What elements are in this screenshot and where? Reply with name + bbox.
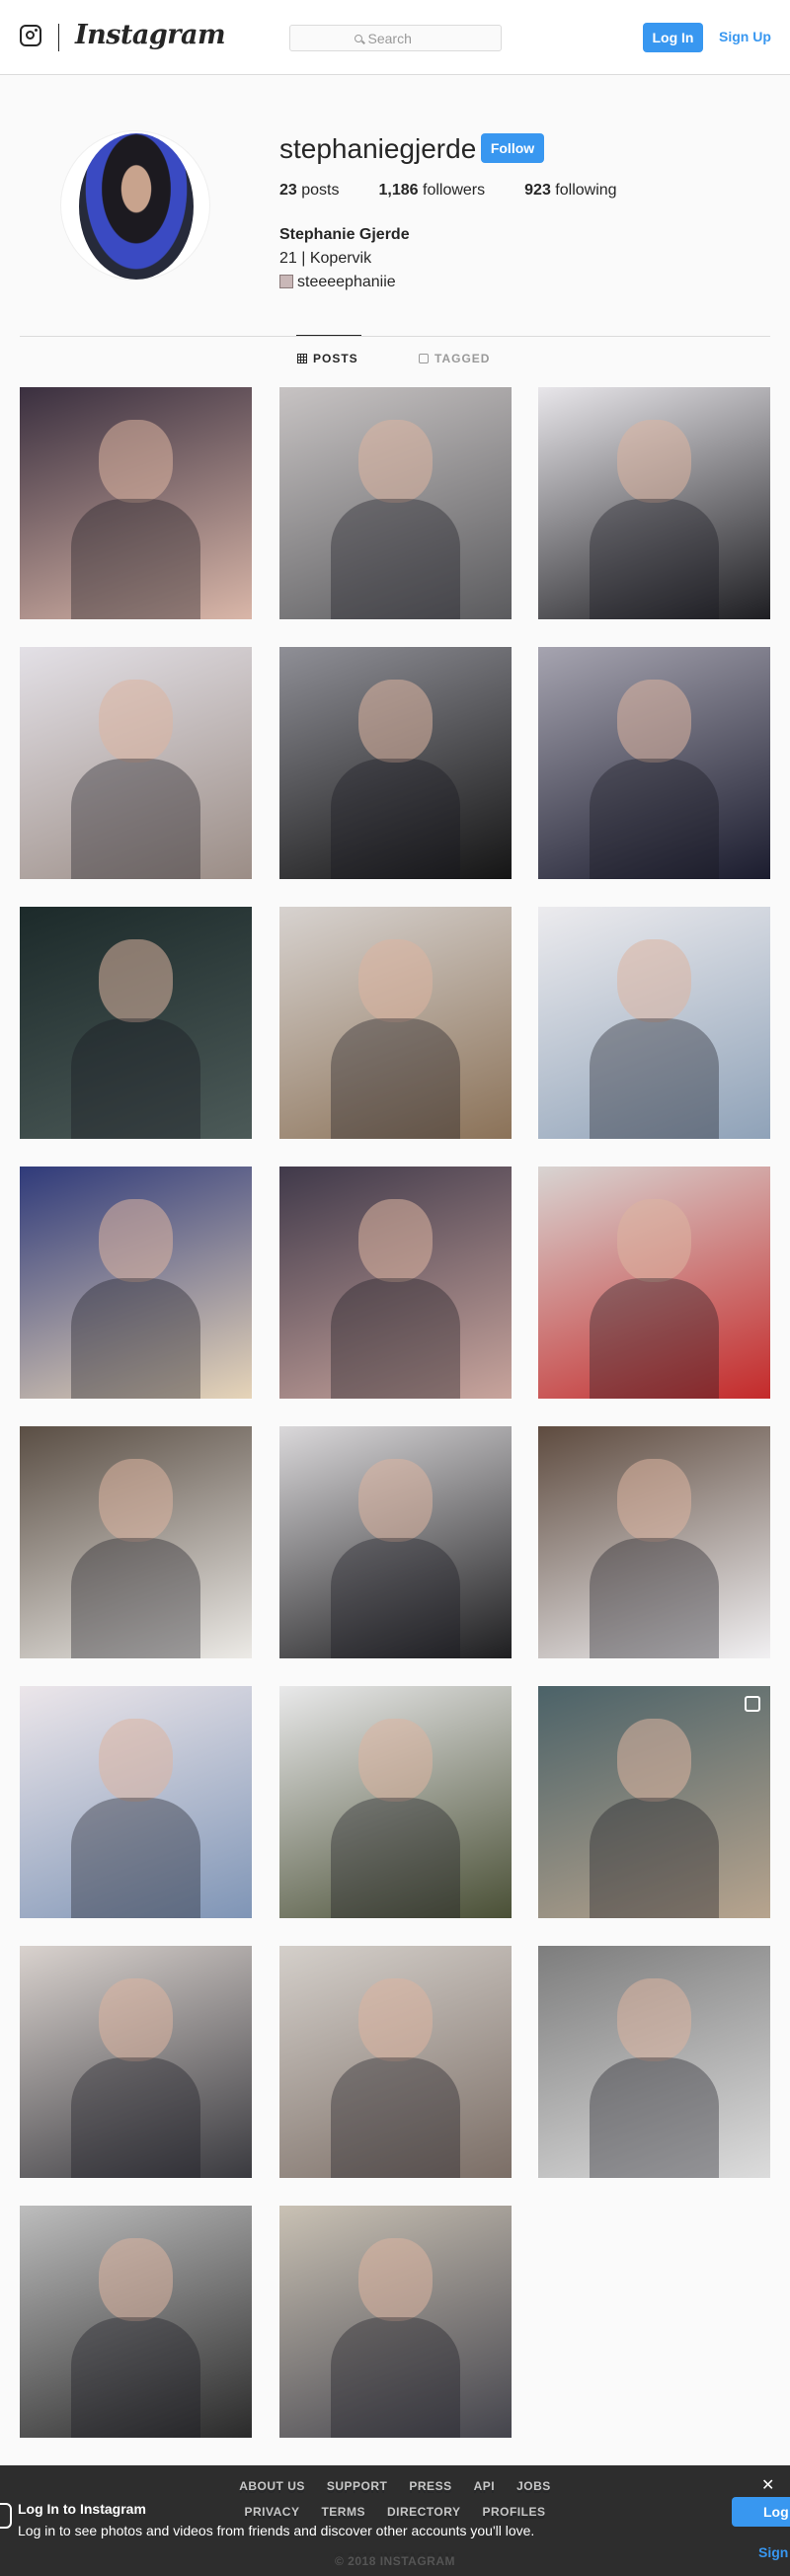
post-thumbnail[interactable] xyxy=(538,1167,770,1399)
banner-footer-link[interactable]: TERMS xyxy=(321,2499,365,2525)
post-thumbnail[interactable] xyxy=(20,907,252,1139)
banner-footer-link[interactable]: JOBS xyxy=(516,2473,551,2499)
post-thumbnail[interactable] xyxy=(538,1946,770,2178)
tag-icon xyxy=(419,354,429,363)
search-input[interactable] xyxy=(367,30,437,46)
profile-full-name: Stephanie Gjerde xyxy=(279,226,410,243)
post-thumbnail[interactable] xyxy=(538,907,770,1139)
avatar[interactable] xyxy=(79,133,194,280)
banner-footer-link[interactable]: DIRECTORY xyxy=(387,2499,461,2525)
stat-label: following xyxy=(555,182,617,199)
grid-icon xyxy=(297,354,307,363)
tab-posts[interactable]: POSTS xyxy=(297,352,358,365)
instagram-camera-icon[interactable] xyxy=(20,25,41,46)
banner-footer-link[interactable]: PRIVACY xyxy=(245,2499,300,2525)
stat-value: 923 xyxy=(524,182,551,199)
post-thumbnail[interactable] xyxy=(279,387,512,619)
login-banner: ABOUT US SUPPORT PRESS API JOBS PRIVACY TERMS… xyxy=(0,2465,790,2576)
tab-tagged[interactable]: TAGGED xyxy=(419,352,490,365)
signup-link[interactable]: Sign Up xyxy=(719,29,771,44)
post-thumbnail[interactable] xyxy=(538,1686,770,1918)
close-icon[interactable]: ✕ xyxy=(761,2475,774,2495)
stat-posts: 23 posts xyxy=(279,182,340,200)
post-thumbnail[interactable] xyxy=(538,647,770,879)
post-thumbnail[interactable] xyxy=(279,1946,512,2178)
instagram-camera-icon xyxy=(0,2503,12,2529)
stat-label: posts xyxy=(301,182,340,199)
stat-value: 1,186 xyxy=(378,182,419,199)
bio-line: 21 | Kopervik xyxy=(279,250,372,267)
post-thumbnail[interactable] xyxy=(279,647,512,879)
follow-button[interactable]: Follow xyxy=(481,133,544,163)
stat-value: 23 xyxy=(279,182,297,199)
post-thumbnail[interactable] xyxy=(279,1686,512,1918)
banner-footer-link[interactable]: API xyxy=(474,2473,496,2499)
ghost-emoji-icon xyxy=(279,275,293,288)
profile-username: stephaniegjerde xyxy=(279,133,477,164)
stat-label: followers xyxy=(423,182,486,199)
banner-footer-link[interactable]: PROFILES xyxy=(482,2499,545,2525)
post-thumbnail[interactable] xyxy=(20,1686,252,1918)
search-box[interactable] xyxy=(289,25,502,51)
post-thumbnail[interactable] xyxy=(20,1167,252,1399)
logo-divider xyxy=(58,24,59,51)
active-tab-indicator xyxy=(296,335,361,336)
post-thumbnail[interactable] xyxy=(279,907,512,1139)
post-thumbnail[interactable] xyxy=(279,1167,512,1399)
post-thumbnail[interactable] xyxy=(20,2206,252,2438)
post-thumbnail[interactable] xyxy=(279,2206,512,2438)
banner-title: Log In to Instagram xyxy=(18,2501,146,2517)
post-thumbnail[interactable] xyxy=(20,647,252,879)
banner-login-button[interactable]: Log xyxy=(732,2497,790,2527)
top-nav: Instagram Log In Sign Up xyxy=(0,0,790,75)
post-thumbnail[interactable] xyxy=(20,387,252,619)
login-button[interactable]: Log In xyxy=(643,23,703,52)
banner-footer-links: ABOUT US SUPPORT PRESS API JOBS PRIVACY TERMS… xyxy=(0,2473,790,2525)
post-thumbnail[interactable] xyxy=(279,1426,512,1658)
post-thumbnail[interactable] xyxy=(20,1946,252,2178)
post-thumbnail[interactable] xyxy=(538,387,770,619)
search-icon xyxy=(354,34,362,42)
tab-label: TAGGED xyxy=(434,352,491,365)
instagram-wordmark[interactable]: Instagram xyxy=(75,20,226,50)
banner-footer-link[interactable]: PRESS xyxy=(409,2473,451,2499)
tab-label: POSTS xyxy=(313,352,358,365)
banner-copyright: © 2018 INSTAGRAM xyxy=(335,2554,455,2568)
banner-footer-link[interactable]: ABOUT US xyxy=(239,2473,305,2499)
banner-footer-link[interactable]: SUPPORT xyxy=(327,2473,388,2499)
stat-following[interactable]: 923 following xyxy=(524,182,616,200)
post-thumbnail[interactable] xyxy=(538,1426,770,1658)
profile-stats: 23 posts 1,186 followers 923 following xyxy=(279,182,657,200)
post-thumbnail[interactable] xyxy=(20,1426,252,1658)
snapchat-handle: steeeephaniie xyxy=(297,274,396,290)
stat-followers[interactable]: 1,186 followers xyxy=(379,182,486,200)
tabs-divider xyxy=(20,336,770,337)
banner-text: Log in to see photos and videos from fri… xyxy=(18,2523,535,2538)
carousel-icon xyxy=(745,1696,760,1712)
profile-bio: Stephanie Gjerde 21 | Kopervik steeeepha… xyxy=(279,223,410,294)
bio-snapchat: steeeephaniie xyxy=(279,271,410,294)
